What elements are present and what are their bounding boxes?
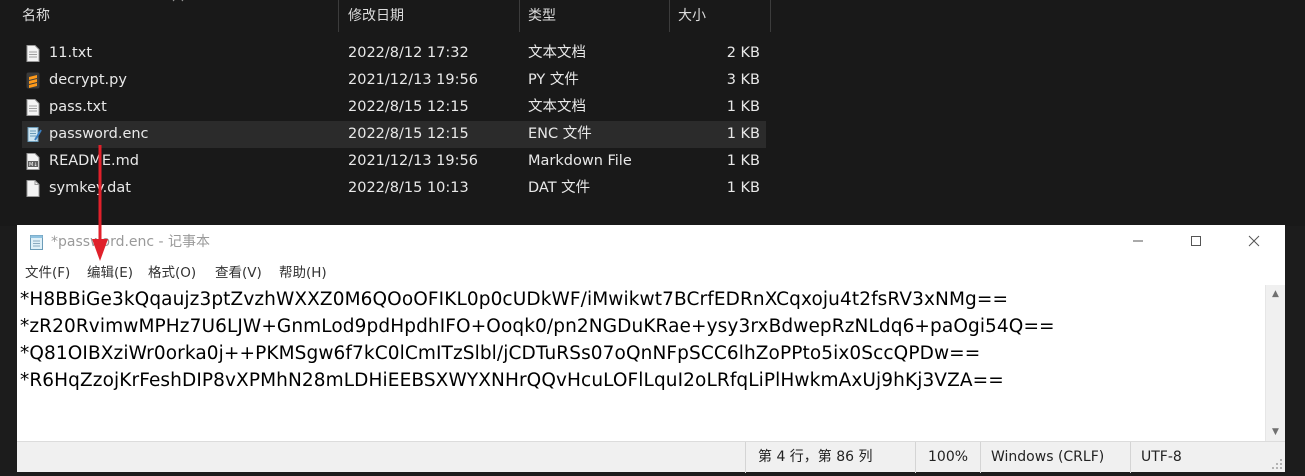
- file-size: 1 KB: [726, 180, 760, 196]
- text-line: *R6HqZzojKrFeshDIP8vXPMhN28mLDHiEEBSXWYX…: [20, 370, 1004, 391]
- text-line: *zR20RvimwMPHz7U6LJW+GnmLod9pdHpdhIFO+Oo…: [20, 316, 1055, 337]
- file-type: DAT 文件: [528, 180, 591, 196]
- file-type: Markdown File: [528, 153, 632, 169]
- close-button[interactable]: [1225, 225, 1283, 259]
- minimize-button[interactable]: [1109, 225, 1167, 259]
- text-file-icon: [26, 45, 40, 62]
- text-file-icon: [26, 99, 40, 116]
- file-modified: 2022/8/12 17:32: [348, 45, 469, 61]
- maximize-icon: [1191, 236, 1201, 246]
- column-headers: 名称 修改日期 类型 大小: [0, 0, 772, 32]
- menu-edit[interactable]: 编辑(E): [87, 261, 133, 285]
- status-divider: [1130, 442, 1131, 473]
- close-icon: [1248, 235, 1260, 247]
- encoding: UTF-8: [1141, 449, 1182, 465]
- file-modified: 2022/8/15 12:15: [348, 126, 469, 142]
- file-modified: 2022/8/15 10:13: [348, 180, 469, 196]
- file-row[interactable]: M↓ README.md 2021/12/13 19:56 Markdown F…: [22, 148, 766, 175]
- file-name: decrypt.py: [49, 72, 127, 88]
- markdown-file-icon: M↓: [26, 153, 40, 170]
- minimize-icon: [1133, 240, 1143, 242]
- file-row[interactable]: symkey.dat 2022/8/15 10:13 DAT 文件 1 KB: [22, 175, 766, 202]
- notepad-file-icon: [27, 127, 42, 142]
- scroll-up-icon[interactable]: ▲: [1266, 285, 1285, 303]
- sort-up-icon: [172, 0, 184, 4]
- file-size: 1 KB: [726, 126, 760, 142]
- menu-file[interactable]: 文件(F): [25, 261, 70, 285]
- column-divider[interactable]: [338, 0, 339, 32]
- blank-file-icon: [26, 180, 40, 197]
- status-bar: 第 4 行，第 86 列 100% Windows (CRLF) UTF-8: [17, 441, 1285, 473]
- status-divider: [980, 442, 981, 473]
- file-row[interactable]: 11.txt 2022/8/12 17:32 文本文档 2 KB: [22, 40, 766, 67]
- file-size: 2 KB: [726, 45, 760, 61]
- title-bar[interactable]: *password.enc - 记事本: [17, 225, 1285, 259]
- menu-help[interactable]: 帮助(H): [279, 261, 327, 285]
- file-type: 文本文档: [528, 99, 586, 115]
- file-modified: 2021/12/13 19:56: [348, 72, 478, 88]
- menu-format[interactable]: 格式(O): [148, 261, 196, 285]
- cursor-position: 第 4 行，第 86 列: [758, 449, 873, 465]
- maximize-button[interactable]: [1167, 225, 1225, 259]
- file-row[interactable]: password.enc 2022/8/15 12:15 ENC 文件 1 KB: [22, 121, 766, 148]
- file-size: 1 KB: [726, 99, 760, 115]
- file-name: 11.txt: [49, 45, 93, 61]
- column-divider[interactable]: [770, 0, 771, 32]
- menu-bar: 文件(F) 编辑(E) 格式(O) 查看(V) 帮助(H): [17, 261, 1285, 285]
- notepad-icon: [30, 235, 43, 250]
- screen: 名称 修改日期 类型 大小 11.txt 2022/8/12 17:32 文本文…: [0, 0, 1305, 476]
- file-modified: 2021/12/13 19:56: [348, 153, 478, 169]
- zoom-level: 100%: [928, 449, 969, 465]
- file-name: password.enc: [49, 126, 149, 142]
- window-title: *password.enc - 记事本: [51, 234, 211, 250]
- file-size: 1 KB: [726, 153, 760, 169]
- file-row[interactable]: decrypt.py 2021/12/13 19:56 PY 文件 3 KB: [22, 67, 766, 94]
- status-divider: [745, 442, 746, 473]
- scroll-down-icon[interactable]: ▼: [1266, 423, 1285, 441]
- file-explorer: 名称 修改日期 类型 大小 11.txt 2022/8/12 17:32 文本文…: [0, 0, 1305, 226]
- column-header-type[interactable]: 类型: [520, 0, 668, 32]
- file-modified: 2022/8/15 12:15: [348, 99, 469, 115]
- column-header-size[interactable]: 大小: [670, 0, 770, 32]
- file-type: ENC 文件: [528, 126, 592, 142]
- notepad-window: *password.enc - 记事本 文件(F) 编辑(E) 格式(O) 查看…: [17, 225, 1285, 473]
- svg-text:M↓: M↓: [29, 162, 38, 168]
- text-line: *Q81OIBXziWr0orka0j++PKMSgw6f7kC0lCmITzS…: [20, 343, 981, 364]
- menu-view[interactable]: 查看(V): [215, 261, 262, 285]
- column-header-name[interactable]: 名称: [14, 0, 334, 32]
- annotation-arrow-icon: [92, 145, 108, 261]
- column-header-modified[interactable]: 修改日期: [340, 0, 518, 32]
- sublime-python-file-icon: [26, 72, 40, 89]
- resize-grip-icon[interactable]: [1271, 458, 1283, 470]
- file-type: 文本文档: [528, 45, 586, 61]
- file-size: 3 KB: [726, 72, 760, 88]
- text-editor[interactable]: *H8BBiGe3kQqaujz3ptZvzhWXXZ0M6QOoOFIKL0p…: [17, 285, 1265, 441]
- file-name: pass.txt: [49, 99, 107, 115]
- file-row[interactable]: pass.txt 2022/8/15 12:15 文本文档 1 KB: [22, 94, 766, 121]
- vertical-scrollbar[interactable]: ▲ ▼: [1265, 285, 1285, 441]
- status-divider: [915, 442, 916, 473]
- line-ending: Windows (CRLF): [991, 449, 1105, 465]
- file-type: PY 文件: [528, 72, 579, 88]
- text-line: *H8BBiGe3kQqaujz3ptZvzhWXXZ0M6QOoOFIKL0p…: [20, 289, 1009, 310]
